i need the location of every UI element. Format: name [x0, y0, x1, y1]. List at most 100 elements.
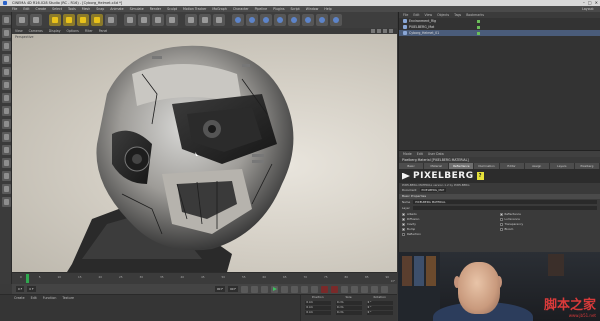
subdivision-icon[interactable] [260, 14, 272, 26]
3d-viewport[interactable]: Perspective [12, 34, 397, 272]
objmenu-objects[interactable]: Objects [437, 12, 449, 18]
size-x-field[interactable]: 0 cm [335, 301, 362, 305]
autokey-icon[interactable] [331, 285, 338, 293]
channel-bump[interactable]: Bump [402, 227, 500, 231]
checkbox-unchecked-icon[interactable] [402, 232, 405, 236]
channel-luminance[interactable]: Luminance [499, 217, 598, 221]
tab-illumination[interactable]: Illumination [474, 163, 500, 169]
timeline-ruler[interactable]: 0 5 10 15 20 25 30 35 40 45 50 55 60 65 … [12, 272, 397, 284]
visibility-tag-icon[interactable] [477, 19, 480, 23]
material-menu-edit[interactable]: Edit [31, 295, 37, 301]
play-icon[interactable] [271, 285, 278, 293]
objmenu-bookmarks[interactable]: Bookmarks [466, 12, 484, 18]
keyframe-selection-icon[interactable] [341, 285, 348, 293]
position-y-field[interactable]: 0 cm [305, 306, 332, 310]
checkbox-checked-icon[interactable] [402, 222, 405, 226]
rotation-b-field[interactable]: 0 ° [366, 311, 393, 315]
tab-reflectance[interactable]: Reflectance [449, 163, 475, 169]
tab-editor[interactable]: Editor [499, 163, 525, 169]
rotate-icon[interactable] [91, 14, 103, 26]
max-frame-field[interactable]: 90 F [227, 286, 238, 292]
tab-material[interactable]: Material [424, 163, 450, 169]
checkbox-checked-icon[interactable] [499, 212, 503, 216]
channel-diffusion[interactable]: Diffusion [402, 217, 500, 221]
next-key-icon[interactable] [291, 285, 298, 293]
zoom-icon[interactable] [377, 29, 381, 33]
camera-nav-icon[interactable] [1, 197, 11, 207]
channel-transparency[interactable]: Transparency [499, 222, 598, 226]
snapping-icon[interactable] [1, 132, 11, 142]
position-key-icon[interactable] [351, 285, 358, 293]
undo-icon[interactable] [16, 14, 28, 26]
camera-icon[interactable] [316, 14, 328, 26]
polygons-mode-icon[interactable] [1, 93, 11, 103]
light-icon[interactable] [330, 14, 342, 26]
model-mode-icon[interactable] [1, 28, 11, 38]
checkbox-unchecked-icon[interactable] [499, 222, 503, 226]
size-z-field[interactable]: 0 cm [335, 311, 362, 315]
channel-bloom[interactable]: Bloom [499, 227, 598, 231]
edges-mode-icon[interactable] [1, 80, 11, 90]
z-axis-icon[interactable] [152, 14, 164, 26]
checkbox-checked-icon[interactable] [402, 227, 405, 231]
checkbox-checked-icon[interactable] [402, 217, 405, 221]
document-value[interactable]: PIXELBERG_MAT [419, 187, 447, 192]
layer-input[interactable] [412, 206, 597, 210]
checkbox-unchecked-icon[interactable] [499, 227, 503, 231]
current-frame-field[interactable]: 0 F [27, 286, 36, 292]
tab-pixelberg[interactable]: Pixelberg [574, 163, 600, 169]
x-axis-icon[interactable] [124, 14, 136, 26]
orbit-icon[interactable] [383, 29, 387, 33]
material-menu-create[interactable]: Create [14, 295, 25, 301]
end-frame-field[interactable]: 90 F [214, 286, 225, 292]
render-picture-viewer-icon[interactable] [199, 14, 211, 26]
checkbox-checked-icon[interactable] [402, 212, 405, 216]
rotation-h-field[interactable]: 0 ° [366, 301, 393, 305]
help-icon[interactable]: ? [476, 172, 484, 180]
redo-icon[interactable] [30, 14, 42, 26]
pen-icon[interactable] [246, 14, 258, 26]
objmenu-edit[interactable]: Edit [413, 12, 419, 18]
recent-tool-icon[interactable] [105, 14, 117, 26]
loop-icon[interactable] [311, 285, 318, 293]
scale-icon[interactable] [77, 14, 89, 26]
pan-icon[interactable] [371, 29, 375, 33]
render-view-icon[interactable] [185, 14, 197, 26]
edit-render-settings-icon[interactable] [213, 14, 225, 26]
cube-icon[interactable] [232, 14, 244, 26]
material-tag-icon[interactable] [477, 31, 480, 35]
channel-cavity[interactable]: Cavity [402, 222, 500, 226]
y-axis-icon[interactable] [138, 14, 150, 26]
tab-layers[interactable]: Layers [549, 163, 575, 169]
material-menu-texture[interactable]: Texture [62, 295, 74, 301]
tab-basic[interactable]: Basic [399, 163, 425, 169]
rotation-p-field[interactable]: 0 ° [366, 306, 393, 310]
next-frame-icon[interactable] [281, 285, 288, 293]
solo-mode-icon[interactable] [1, 158, 11, 168]
move-icon[interactable] [63, 14, 75, 26]
material-menu-function[interactable]: Function [43, 295, 57, 301]
workplane-mode-icon[interactable] [1, 54, 11, 64]
objmenu-file[interactable]: File [403, 12, 408, 18]
previous-frame-icon[interactable] [261, 285, 268, 293]
position-z-field[interactable]: 0 cm [305, 311, 332, 315]
maximize-view-icon[interactable] [389, 29, 393, 33]
start-frame-field[interactable]: 0 F [16, 286, 25, 292]
texture-mode-icon[interactable] [1, 41, 11, 51]
workplane-lock-icon[interactable] [1, 145, 11, 155]
parameter-key-icon[interactable] [381, 285, 388, 293]
array-icon[interactable] [274, 14, 286, 26]
scale-key-icon[interactable] [361, 285, 368, 293]
axis-mode-icon[interactable] [1, 106, 11, 116]
paint-icon[interactable] [1, 184, 11, 194]
position-x-field[interactable]: 0 cm [305, 301, 332, 305]
go-to-end-icon[interactable] [301, 285, 308, 293]
objmenu-tags[interactable]: Tags [454, 12, 461, 18]
previous-key-icon[interactable] [251, 285, 258, 293]
floor-icon[interactable] [302, 14, 314, 26]
coordinate-system-icon[interactable] [166, 14, 178, 26]
record-keys-icon[interactable] [321, 285, 328, 293]
size-y-field[interactable]: 0 cm [335, 306, 362, 310]
make-editable-icon[interactable] [1, 15, 11, 25]
rotation-key-icon[interactable] [371, 285, 378, 293]
